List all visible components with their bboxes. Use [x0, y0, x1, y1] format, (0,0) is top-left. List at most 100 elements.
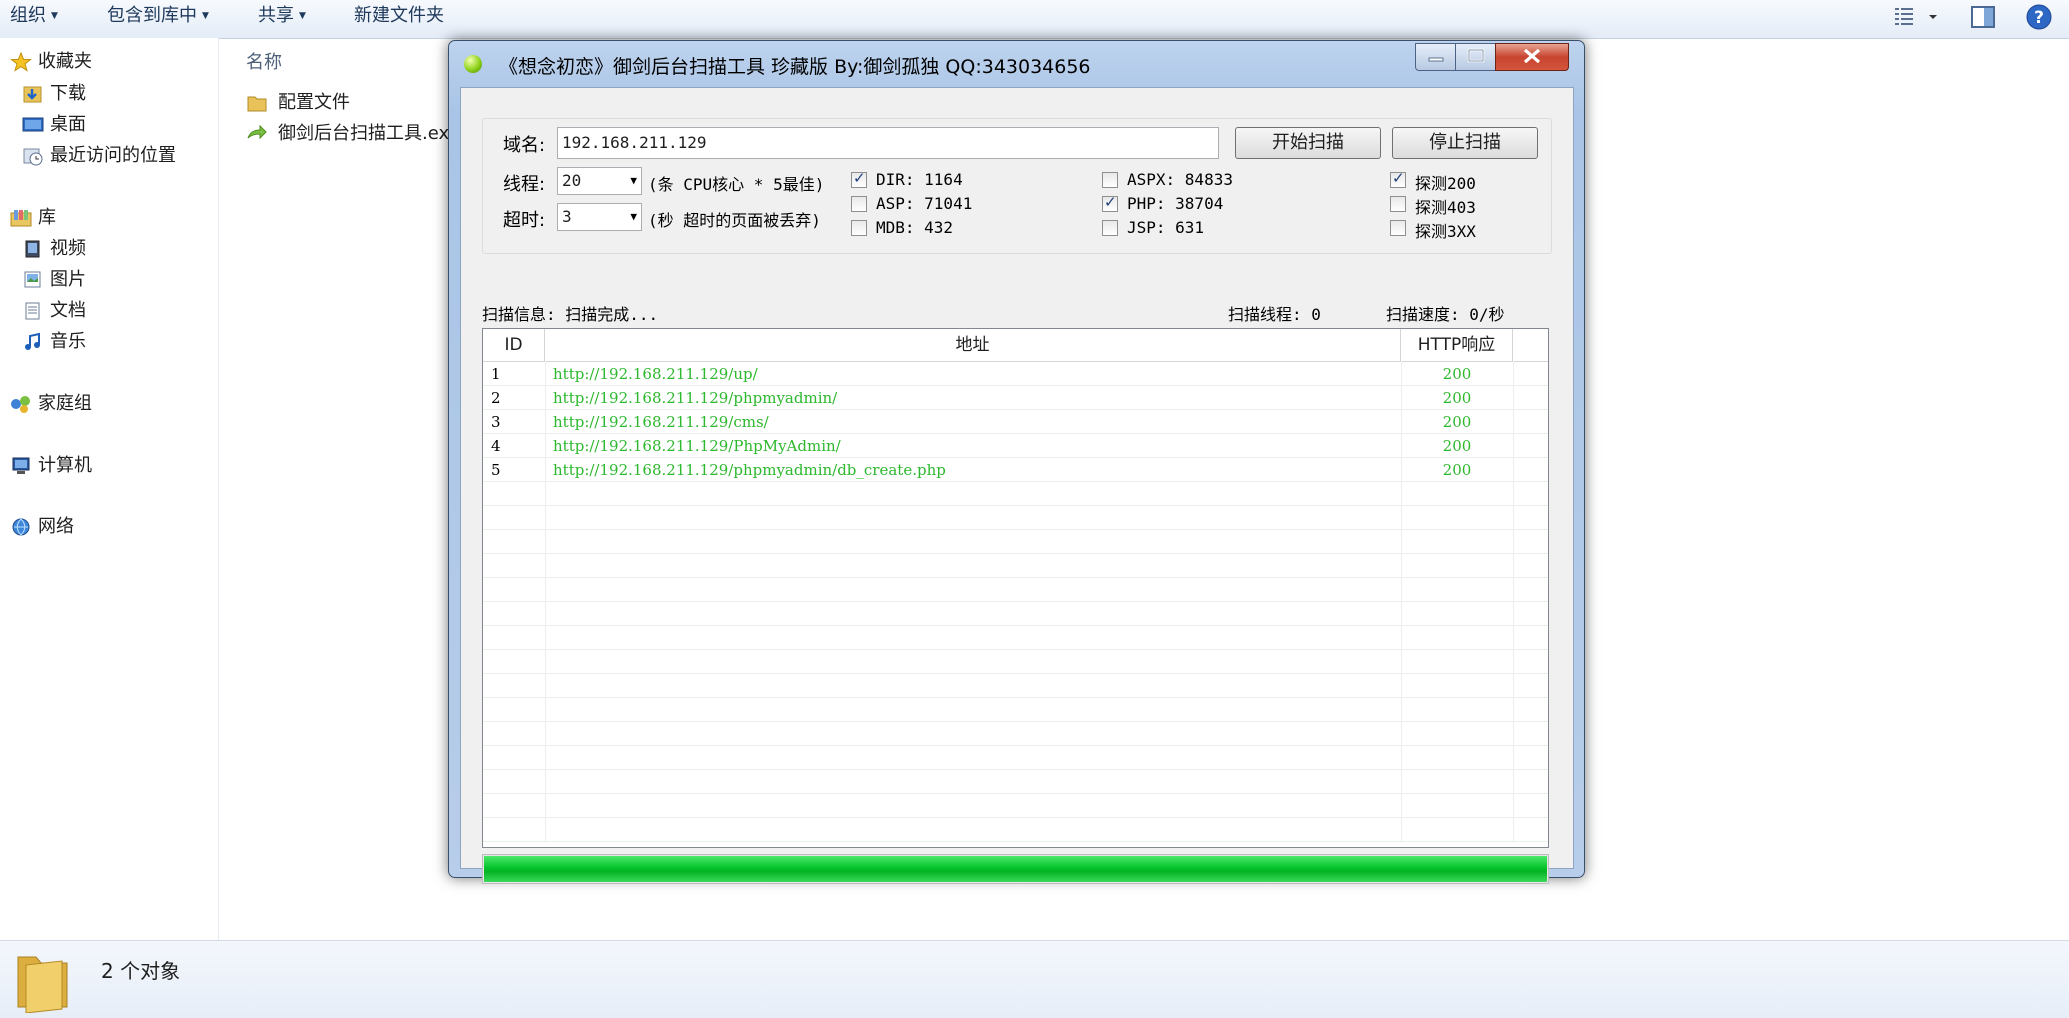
include-library-menu[interactable]: 包含到库中 ▼ — [107, 2, 209, 30]
table-row — [483, 650, 1548, 674]
domain-input[interactable]: 192.168.211.129 — [557, 127, 1219, 159]
table-row — [483, 530, 1548, 554]
table-row — [483, 506, 1548, 530]
nav-label: 下载 — [50, 83, 86, 104]
stop-scan-button[interactable]: 停止扫描 — [1392, 127, 1538, 159]
preview-pane-icon — [1971, 6, 1995, 28]
table-row[interactable]: 2 http://192.168.211.129/phpmyadmin/200 — [483, 386, 1548, 410]
option-jsp-checkbox[interactable] — [1102, 220, 1118, 236]
table-row — [483, 626, 1548, 650]
results-header: ID 地址 HTTP响应 — [483, 329, 1548, 362]
music-icon — [25, 332, 40, 350]
result-id: 1 — [491, 365, 501, 383]
close-icon — [1523, 48, 1541, 64]
maximize-button[interactable] — [1455, 43, 1497, 71]
result-http-code: 200 — [1442, 437, 1472, 455]
minimize-icon — [1428, 57, 1444, 62]
checkmark-icon: ✓ — [853, 169, 866, 187]
result-url: http://192.168.211.129/cms/ — [553, 413, 769, 431]
option-dir-label: DIR: 1164 — [876, 170, 963, 189]
nav-label: 音乐 — [50, 331, 86, 352]
nav-label: 计算机 — [38, 455, 92, 476]
table-row[interactable]: 4 http://192.168.211.129/PhpMyAdmin/200 — [483, 434, 1548, 458]
nav-label: 收藏夹 — [38, 51, 92, 72]
nav-label: 文档 — [50, 300, 86, 321]
star-icon — [10, 52, 32, 72]
table-row — [483, 578, 1548, 602]
table-row — [483, 674, 1548, 698]
svg-text:?: ? — [2034, 8, 2044, 28]
scan-speed: 扫描速度: 0/秒 — [1386, 305, 1505, 324]
nav-label: 图片 — [50, 269, 86, 290]
timeout-label: 超时: — [503, 210, 546, 231]
close-button[interactable] — [1495, 43, 1569, 71]
option-200-label: 探测200 — [1415, 174, 1476, 193]
network-icon — [12, 518, 30, 536]
column-header-id[interactable]: ID — [483, 329, 545, 361]
table-row[interactable]: 3 http://192.168.211.129/cms/200 — [483, 410, 1548, 434]
option-dir-checkbox[interactable]: ✓ — [851, 169, 867, 188]
table-row — [483, 770, 1548, 794]
column-header-address[interactable]: 地址 — [545, 329, 1401, 361]
maximize-icon — [1467, 48, 1485, 63]
app-client-area: 域名: 192.168.211.129 开始扫描 停止扫描 线程: 20 ▼ (条… — [460, 87, 1574, 884]
new-folder-button[interactable]: 新建文件夹 — [354, 2, 444, 30]
view-options-button[interactable] — [1893, 3, 1939, 36]
start-scan-button[interactable]: 开始扫描 — [1235, 127, 1381, 159]
documents-icon — [25, 302, 40, 320]
result-url: http://192.168.211.129/phpmyadmin/ — [553, 389, 838, 407]
file-label: 御剑后台扫描工具.exe — [278, 123, 460, 144]
organize-menu[interactable]: 组织 ▼ — [10, 2, 58, 30]
chevron-down-icon: ▼ — [299, 11, 306, 21]
threads-label: 线程: — [503, 174, 546, 195]
table-row[interactable]: 5 http://192.168.211.129/phpmyadmin/db_cr… — [483, 458, 1548, 482]
result-id: 5 — [491, 461, 501, 479]
view-list-icon — [1895, 8, 1937, 25]
table-row[interactable]: 1 http://192.168.211.129/up/200 — [483, 362, 1548, 386]
results-list[interactable]: ID 地址 HTTP响应 1 http://192.168.211.129/up/… — [482, 328, 1549, 848]
table-row — [483, 722, 1548, 746]
navigation-pane — [0, 38, 219, 940]
pictures-icon — [24, 271, 41, 288]
file-label: 配置文件 — [278, 92, 350, 113]
nav-label: 最近访问的位置 — [50, 145, 176, 166]
share-menu[interactable]: 共享 ▼ — [258, 2, 306, 30]
organize-label: 组织 — [10, 5, 46, 26]
domain-label: 域名: — [503, 135, 546, 156]
option-jsp-label: JSP: 631 — [1127, 218, 1205, 237]
shortcut-arrow-icon — [247, 124, 267, 140]
status-bar: 2 个对象 — [0, 940, 2069, 1018]
timeout-hint: (秒 超时的页面被丢弃) — [648, 211, 821, 230]
option-asp-checkbox[interactable] — [851, 196, 867, 212]
help-button[interactable]: ? — [2025, 3, 2053, 36]
threads-select[interactable]: 20 ▼ — [557, 167, 642, 195]
option-200-checkbox[interactable]: ✓ — [1390, 169, 1406, 188]
share-label: 共享 — [258, 5, 294, 26]
table-row — [483, 602, 1548, 626]
scan-threads: 扫描线程: 0 — [1228, 305, 1321, 324]
minimize-button[interactable] — [1415, 43, 1457, 71]
preview-pane-button[interactable] — [1970, 3, 1996, 36]
table-row — [483, 794, 1548, 818]
option-mdb-checkbox[interactable] — [851, 220, 867, 236]
computer-icon — [12, 457, 30, 474]
column-header-name[interactable]: 名称 — [246, 48, 282, 74]
option-php-label: PHP: 38704 — [1127, 194, 1224, 213]
column-header-http[interactable]: HTTP响应 — [1401, 329, 1513, 361]
table-row — [483, 698, 1548, 722]
libraries-icon — [10, 210, 32, 227]
nav-label: 家庭组 — [38, 393, 92, 414]
result-http-code: 200 — [1442, 365, 1472, 383]
result-http-code: 200 — [1442, 461, 1472, 479]
table-row — [483, 818, 1548, 842]
nav-label: 视频 — [50, 238, 86, 259]
option-3xx-checkbox[interactable] — [1390, 220, 1406, 236]
scan-progress-bar — [482, 854, 1549, 884]
timeout-select[interactable]: 3 ▼ — [557, 203, 642, 231]
recent-places-icon — [23, 148, 43, 166]
option-aspx-checkbox[interactable] — [1102, 172, 1118, 188]
option-3xx-label: 探测3XX — [1415, 222, 1476, 241]
option-php-checkbox[interactable]: ✓ — [1102, 193, 1118, 212]
option-403-checkbox[interactable] — [1390, 196, 1406, 212]
downloads-folder-icon — [23, 86, 42, 103]
